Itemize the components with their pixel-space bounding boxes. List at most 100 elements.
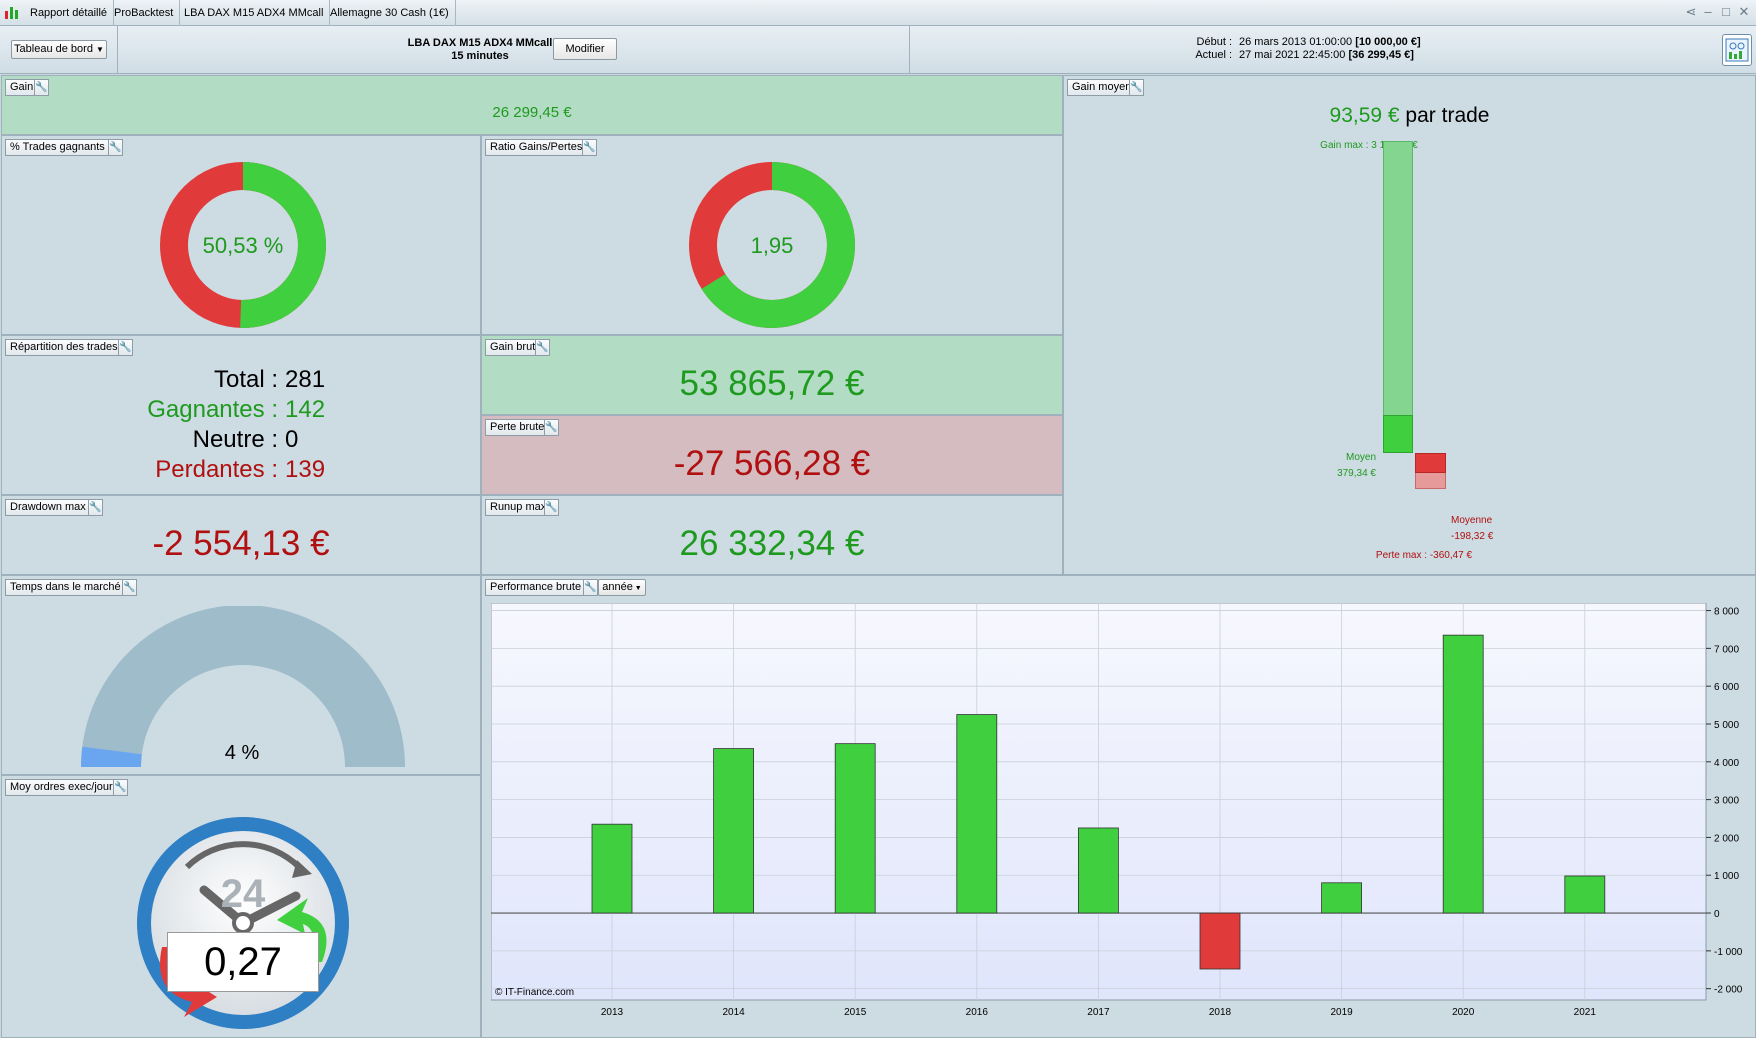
chart-copyright: © IT-Finance.com <box>495 987 574 998</box>
maximize-icon[interactable]: □ <box>1718 4 1734 20</box>
x-tick-label: 2016 <box>966 1007 989 1018</box>
avg-gain-title: Gain moyen <box>1067 79 1137 96</box>
wrench-icon[interactable]: 🔧 <box>34 79 49 96</box>
tab-probacktest[interactable]: ProBacktest <box>108 0 181 26</box>
neutral-label: Neutre : <box>192 426 278 453</box>
tab-detailed-report[interactable]: Rapport détaillé <box>24 0 115 26</box>
clock-dial-icon <box>137 817 349 1029</box>
bar-2020 <box>1442 634 1484 914</box>
total-label: Total : <box>213 366 278 393</box>
report-settings-icon[interactable] <box>1722 34 1752 66</box>
wrench-icon[interactable]: 🔧 <box>544 419 559 436</box>
win-label: Gagnantes : <box>147 396 278 423</box>
avg-loss-label: Moyenne <box>1451 515 1493 526</box>
avg-gain-panel: Gain moyen 🔧 93,59 € par trade Gain max … <box>1063 75 1756 575</box>
wrench-icon[interactable]: 🔧 <box>535 339 550 356</box>
share-icon[interactable]: ⋖ <box>1683 4 1699 20</box>
avg-win-bar <box>1383 415 1413 453</box>
current-capital: [36 299,45 €] <box>1348 49 1414 61</box>
bar-2019 <box>1321 882 1362 914</box>
tab-strategy[interactable]: LBA DAX M15 ADX4 MMcall <box>178 0 331 26</box>
distribution-panel: Répartition des trades 🔧 Total : Gagnant… <box>1 335 481 495</box>
dashboard-dropdown-label: Tableau de bord <box>14 43 93 55</box>
chevron-down-icon: ▼ <box>632 585 642 592</box>
close-icon[interactable]: ✕ <box>1736 4 1752 20</box>
wrench-icon[interactable]: 🔧 <box>582 139 597 156</box>
gross-loss-panel: Perte brute 🔧 -27 566,28 € <box>481 415 1063 495</box>
bar-2015 <box>834 743 876 914</box>
period-dropdown-label: année <box>602 581 633 593</box>
start-date: 26 mars 2013 01:00:00 <box>1239 36 1353 48</box>
ratio-panel: Ratio Gains/Pertes 🔧 1,95 <box>481 135 1063 335</box>
loss-count: 139 <box>285 456 326 483</box>
gross-gain-title: Gain brut <box>485 339 541 356</box>
max-loss-label: Perte max : -360,47 € <box>1375 550 1473 561</box>
bar-2013 <box>591 823 633 914</box>
y-tick-label: -2 000 <box>1714 985 1743 996</box>
x-tick-label: 2018 <box>1209 1007 1232 1018</box>
dashboard-dropdown[interactable]: Tableau de bord ▼ <box>11 40 107 59</box>
y-tick-label: 7 000 <box>1714 644 1739 655</box>
distribution-title: Répartition des trades <box>5 339 123 356</box>
strategy-name: LBA DAX M15 ADX4 MMcall <box>407 37 553 49</box>
x-tick-label: 2015 <box>844 1007 867 1018</box>
bar-2014 <box>713 748 755 914</box>
title-bar: Rapport détaillé ProBacktest LBA DAX M15… <box>0 0 1756 26</box>
loss-label: Perdantes : <box>155 456 278 483</box>
avg-loss-value: -198,32 € <box>1451 531 1494 542</box>
win-count: 142 <box>285 396 326 423</box>
wrench-icon[interactable]: 🔧 <box>544 499 559 516</box>
bar-2016 <box>956 714 998 914</box>
start-capital: [10 000,00 €] <box>1355 36 1421 48</box>
gross-loss-title: Perte brute <box>485 419 550 436</box>
wrench-icon[interactable]: 🔧 <box>583 579 598 596</box>
wrench-icon[interactable]: 🔧 <box>1129 79 1144 96</box>
dial-label: 24 <box>220 872 266 916</box>
y-tick-label: 6 000 <box>1714 682 1739 693</box>
bar-2017 <box>1078 827 1119 914</box>
modify-button[interactable]: Modifier <box>553 38 617 60</box>
wrench-icon[interactable]: 🔧 <box>118 339 133 356</box>
time-in-market-panel: Temps dans le marché 🔧 4 % <box>1 575 481 775</box>
wrench-icon[interactable]: 🔧 <box>108 139 123 156</box>
wrench-icon[interactable]: 🔧 <box>113 779 128 796</box>
total-count: 281 <box>285 366 326 393</box>
y-tick-label: 1 000 <box>1714 871 1739 882</box>
ratio-title: Ratio Gains/Pertes <box>485 139 588 156</box>
gain-panel: Gain 🔧 26 299,45 € <box>1 75 1063 135</box>
avg-loss-bar <box>1415 453 1446 473</box>
time-in-market-value: 4 % <box>224 742 260 764</box>
runup-title: Runup max <box>485 499 552 516</box>
report-header: Tableau de bord ▼ LBA DAX M15 ADX4 MMcal… <box>0 26 1756 74</box>
gross-gain-panel: Gain brut 🔧 53 865,72 € <box>481 335 1063 415</box>
neutral-count: 0 <box>285 426 299 453</box>
max-gain-bar <box>1383 141 1413 453</box>
y-tick-label: -1 000 <box>1714 947 1743 958</box>
avg-win-value: 379,34 € <box>1337 468 1376 479</box>
performance-panel: Performance brute 🔧 année ▼ 8 000 7 000 6 … <box>481 575 1756 1038</box>
avg-win-label: Moyen <box>1345 452 1376 463</box>
x-tick-label: 2020 <box>1452 1007 1475 1018</box>
wrench-icon[interactable]: 🔧 <box>88 499 103 516</box>
current-date: 27 mai 2021 22:45:00 <box>1239 49 1346 61</box>
runup-panel: Runup max 🔧 26 332,34 € <box>481 495 1063 575</box>
x-tick-label: 2019 <box>1330 1007 1353 1018</box>
y-tick-label: 5 000 <box>1714 720 1739 731</box>
drawdown-title: Drawdown max <box>5 499 91 516</box>
wrench-icon[interactable]: 🔧 <box>122 579 137 596</box>
y-tick-label: 0 <box>1714 909 1720 920</box>
tab-instrument[interactable]: Allemagne 30 Cash (1€) <box>324 0 456 26</box>
ratio-value: 1,95 <box>750 233 794 258</box>
x-tick-label: 2014 <box>722 1007 745 1018</box>
gross-gain-value: 53 865,72 € <box>679 364 865 403</box>
x-tick-label: 2013 <box>601 1007 624 1018</box>
avg-gain-value: 93,59 € <box>1329 104 1400 127</box>
gain-value: 26 299,45 € <box>492 104 572 121</box>
orders-per-day-title: Moy ordres exec/jour <box>5 779 118 796</box>
gross-loss-value: -27 566,28 € <box>673 444 871 483</box>
minimize-icon[interactable]: – <box>1700 4 1716 20</box>
time-in-market-title: Temps dans le marché <box>5 579 126 596</box>
x-tick-label: 2017 <box>1087 1007 1110 1018</box>
x-tick-label: 2021 <box>1574 1007 1597 1018</box>
period-dropdown[interactable]: année ▼ <box>598 579 646 596</box>
